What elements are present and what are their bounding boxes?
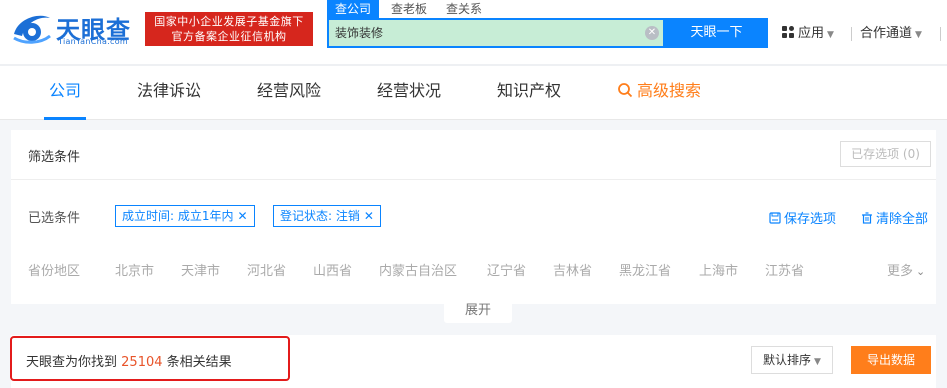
filter-chip-established[interactable]: 成立时间: 成立1年内 ✕ [115, 205, 255, 227]
gov-badge: 国家中小企业发展子基金旗下 官方备案企业征信机构 [145, 12, 313, 46]
highlight-box [10, 336, 290, 381]
clear-all-label: 清除全部 [876, 212, 929, 227]
filter-divider [11, 179, 936, 180]
selected-conditions-label: 已选条件 [28, 211, 81, 226]
partner-menu[interactable]: 合作通道 ▼ [860, 24, 922, 44]
partner-menu-label: 合作通道 [860, 26, 913, 41]
chevron-down-icon: ⌄ [916, 265, 926, 278]
save-option-link[interactable]: 保存选项 [769, 208, 836, 227]
caret-down-icon: ▼ [827, 30, 834, 40]
close-icon[interactable]: ✕ [364, 209, 374, 223]
expand-button[interactable]: 展开 [444, 299, 512, 323]
trash-icon [862, 212, 872, 224]
grid-icon [782, 26, 794, 38]
save-icon [769, 212, 781, 224]
filter-title: 筛选条件 [28, 150, 81, 165]
region-item[interactable]: 内蒙古自治区 [379, 260, 457, 279]
logo[interactable]: 天眼查 TianYanCha.com [10, 6, 140, 50]
nav-tab-risk[interactable]: 经营风险 [257, 66, 321, 120]
nav-tab-advanced-search[interactable]: 高级搜索 [617, 66, 701, 120]
region-label: 省份地区 [28, 264, 81, 279]
saved-options-button[interactable]: 已存选项 (0) [840, 141, 931, 167]
export-button[interactable]: 导出数据 [851, 346, 931, 374]
close-icon[interactable]: ✕ [238, 209, 248, 223]
region-item[interactable]: 山西省 [313, 260, 352, 279]
clear-all-link[interactable]: 清除全部 [861, 208, 928, 227]
region-item[interactable]: 上海市 [699, 260, 738, 279]
badge-line-2: 官方备案企业征信机构 [171, 30, 287, 43]
clear-icon[interactable]: ✕ [645, 26, 659, 40]
top-header: 天眼查 TianYanCha.com 国家中小企业发展子基金旗下 官方备案企业征… [0, 0, 947, 64]
chip-label: 登记状态: 注销 [280, 209, 360, 223]
logo-domain: TianYanCha.com [58, 37, 128, 46]
search-icon [618, 83, 633, 98]
badge-line-1: 国家中小企业发展子基金旗下 [154, 15, 304, 28]
search-tab-relation[interactable]: 查关系 [446, 0, 482, 18]
main-nav: 公司 法律诉讼 经营风险 经营状况 知识产权 高级搜索 [0, 66, 947, 120]
region-item[interactable]: 江苏省 [765, 260, 804, 279]
logo-eye-icon [13, 15, 51, 44]
more-regions-button[interactable]: 更多 ⌄ [887, 260, 925, 279]
nav-tab-status[interactable]: 经营状况 [377, 66, 441, 120]
region-item[interactable]: 辽宁省 [487, 260, 526, 279]
more-label: 更多 [887, 264, 914, 279]
search-tab-company[interactable]: 查公司 [327, 0, 380, 18]
search-tab-boss[interactable]: 查老板 [391, 0, 427, 18]
nav-tab-company[interactable]: 公司 [49, 66, 81, 120]
advanced-search-label: 高级搜索 [637, 81, 702, 100]
region-item[interactable]: 黑龙江省 [619, 260, 671, 279]
region-item[interactable]: 北京市 [115, 260, 154, 279]
app-menu[interactable]: 应用 ▼ [782, 24, 834, 44]
sort-label: 默认排序 [763, 353, 812, 367]
nav-tab-legal[interactable]: 法律诉讼 [137, 66, 201, 120]
search-value: 装饰装修 [335, 26, 384, 40]
filter-panel: 筛选条件 已存选项 (0) 已选条件 成立时间: 成立1年内 ✕ 登记状态: 注销… [11, 130, 936, 304]
app-menu-label: 应用 [798, 26, 825, 41]
caret-down-icon: ▼ [915, 30, 922, 40]
search-button[interactable]: 天眼一下 [665, 18, 768, 48]
filter-chip-status[interactable]: 登记状态: 注销 ✕ [273, 205, 381, 227]
region-item[interactable]: 河北省 [247, 260, 286, 279]
menu-divider [851, 27, 852, 41]
search-input[interactable]: 装饰装修 ✕ [327, 18, 665, 48]
caret-down-icon: ▼ [814, 357, 821, 367]
active-tab-underline [44, 117, 86, 120]
chip-label: 成立时间: 成立1年内 [122, 209, 234, 223]
sort-dropdown[interactable]: 默认排序 ▼ [751, 346, 833, 374]
nav-tab-ip[interactable]: 知识产权 [497, 66, 561, 120]
menu-divider [940, 27, 941, 41]
save-option-label: 保存选项 [784, 212, 837, 227]
region-item[interactable]: 吉林省 [553, 260, 592, 279]
region-item[interactable]: 天津市 [181, 260, 220, 279]
